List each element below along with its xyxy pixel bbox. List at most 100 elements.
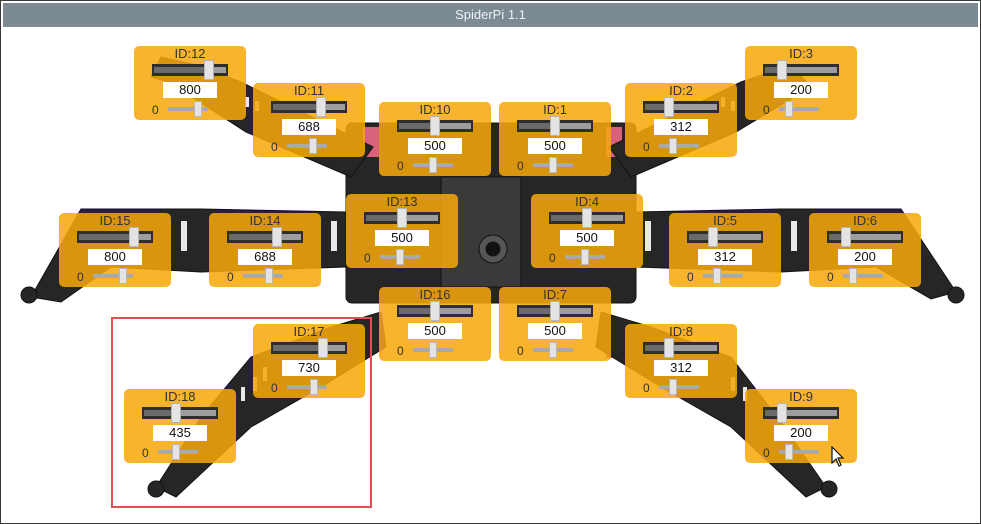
servo-panel: ID:13 500 0	[346, 194, 458, 268]
offset-slider-thumb[interactable]	[581, 249, 589, 265]
servo-position-slider[interactable]	[763, 403, 839, 423]
servo-value-field[interactable]: 500	[560, 230, 614, 246]
servo-offset-label: 0	[827, 270, 834, 284]
servo-position-slider[interactable]	[227, 227, 303, 247]
servo-value-field[interactable]: 200	[774, 82, 828, 98]
servo-offset-slider[interactable]	[243, 268, 283, 284]
servo-position-slider[interactable]	[643, 97, 719, 117]
slider-thumb[interactable]	[430, 301, 440, 321]
offset-slider-thumb[interactable]	[549, 342, 557, 358]
slider-fill	[645, 345, 666, 351]
slider-thumb[interactable]	[708, 227, 718, 247]
slider-thumb[interactable]	[430, 116, 440, 136]
slider-thumb[interactable]	[397, 208, 407, 228]
slider-thumb[interactable]	[777, 403, 787, 423]
servo-offset-slider[interactable]	[843, 268, 883, 284]
servo-position-slider[interactable]	[763, 60, 839, 80]
servo-position-slider[interactable]	[517, 301, 593, 321]
offset-slider-thumb[interactable]	[429, 157, 437, 173]
servo-position-slider[interactable]	[687, 227, 763, 247]
offset-slider-thumb[interactable]	[549, 157, 557, 173]
servo-offset-label: 0	[643, 381, 650, 395]
servo-value-field[interactable]: 500	[408, 138, 462, 154]
servo-value-field[interactable]: 312	[654, 360, 708, 376]
servo-id-label: ID:14	[249, 213, 281, 228]
slider-thumb[interactable]	[550, 301, 560, 321]
servo-value-field[interactable]: 200	[774, 425, 828, 441]
slider-thumb[interactable]	[129, 227, 139, 247]
offset-slider-thumb[interactable]	[396, 249, 404, 265]
servo-value-field[interactable]: 688	[238, 249, 292, 265]
offset-slider-thumb[interactable]	[119, 268, 127, 284]
offset-slider-thumb[interactable]	[785, 101, 793, 117]
servo-offset-label: 0	[763, 103, 770, 117]
servo-id-label: ID:4	[575, 194, 599, 209]
slider-thumb[interactable]	[272, 227, 282, 247]
offset-slider-thumb[interactable]	[429, 342, 437, 358]
servo-position-slider[interactable]	[271, 97, 347, 117]
servo-id-label: ID:13	[386, 194, 418, 209]
servo-panel: ID:1 500 0	[499, 102, 611, 176]
servo-position-slider[interactable]	[364, 208, 440, 228]
servo-id-label: ID:8	[669, 324, 693, 339]
servo-value-field[interactable]: 500	[408, 323, 462, 339]
servo-value-field[interactable]: 500	[528, 138, 582, 154]
servo-value-field[interactable]: 200	[838, 249, 892, 265]
slider-thumb[interactable]	[664, 338, 674, 358]
offset-slider-thumb[interactable]	[669, 379, 677, 395]
servo-offset-slider[interactable]	[533, 342, 573, 358]
servo-offset-slider[interactable]	[287, 138, 327, 154]
offset-slider-thumb[interactable]	[849, 268, 857, 284]
servo-position-slider[interactable]	[397, 301, 473, 321]
slider-thumb[interactable]	[841, 227, 851, 247]
servo-offset-slider[interactable]	[779, 101, 819, 117]
servo-offset-slider[interactable]	[413, 157, 453, 173]
servo-value-field[interactable]: 688	[282, 119, 336, 135]
offset-slider-thumb[interactable]	[713, 268, 721, 284]
servo-offset-slider[interactable]	[703, 268, 743, 284]
app-window: SpiderPi 1.1 ID:12 800 0 ID:11 688 0 ID:…	[0, 0, 981, 524]
servo-position-slider[interactable]	[152, 60, 228, 80]
servo-offset-slider[interactable]	[93, 268, 133, 284]
slider-fill	[645, 104, 666, 110]
slider-fill	[519, 308, 552, 314]
servo-offset-label: 0	[397, 159, 404, 173]
servo-offset-slider[interactable]	[380, 249, 420, 265]
servo-value-field[interactable]: 800	[163, 82, 217, 98]
servo-value-field[interactable]: 800	[88, 249, 142, 265]
offset-slider-thumb[interactable]	[309, 138, 317, 154]
servo-offset-slider[interactable]	[779, 444, 819, 460]
servo-value-field[interactable]: 312	[698, 249, 752, 265]
slider-fill	[366, 215, 399, 221]
offset-slider-thumb[interactable]	[669, 138, 677, 154]
servo-panel: ID:4 500 0	[531, 194, 643, 268]
servo-value-field[interactable]: 312	[654, 119, 708, 135]
servo-offset-slider[interactable]	[659, 138, 699, 154]
servo-offset-slider[interactable]	[413, 342, 453, 358]
slider-thumb[interactable]	[777, 60, 787, 80]
slider-thumb[interactable]	[664, 97, 674, 117]
servo-position-slider[interactable]	[77, 227, 153, 247]
slider-fill	[551, 215, 584, 221]
servo-offset-slider[interactable]	[565, 249, 605, 265]
servo-value-field[interactable]: 500	[375, 230, 429, 246]
servo-position-slider[interactable]	[827, 227, 903, 247]
slider-thumb[interactable]	[550, 116, 560, 136]
servo-offset-slider[interactable]	[659, 379, 699, 395]
slider-thumb[interactable]	[582, 208, 592, 228]
offset-slider-thumb[interactable]	[785, 444, 793, 460]
slider-thumb[interactable]	[316, 97, 326, 117]
slider-thumb[interactable]	[204, 60, 214, 80]
servo-position-slider[interactable]	[397, 116, 473, 136]
servo-id-label: ID:11	[293, 83, 325, 98]
servo-offset-slider[interactable]	[533, 157, 573, 173]
offset-slider-thumb[interactable]	[265, 268, 273, 284]
servo-position-slider[interactable]	[517, 116, 593, 136]
servo-value-field[interactable]: 500	[528, 323, 582, 339]
offset-slider-thumb[interactable]	[194, 101, 202, 117]
servo-offset-slider[interactable]	[168, 101, 208, 117]
servo-panel: ID:14 688 0	[209, 213, 321, 287]
servo-position-slider[interactable]	[643, 338, 719, 358]
servo-position-slider[interactable]	[549, 208, 625, 228]
servo-offset-label: 0	[549, 251, 556, 265]
